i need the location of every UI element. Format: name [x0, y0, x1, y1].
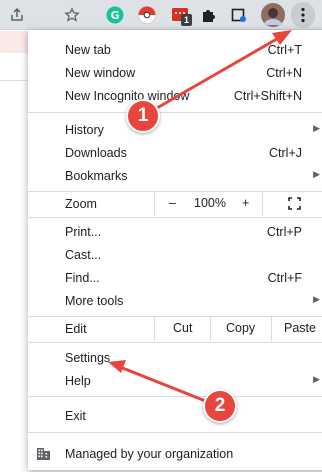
annotation-arrows	[108, 30, 292, 404]
annotation-badge-2: 2	[203, 389, 237, 423]
annotation-badge-1: 1	[126, 99, 160, 133]
annotation-arrow-1	[148, 30, 292, 114]
annotation-arrow-2	[108, 360, 210, 404]
